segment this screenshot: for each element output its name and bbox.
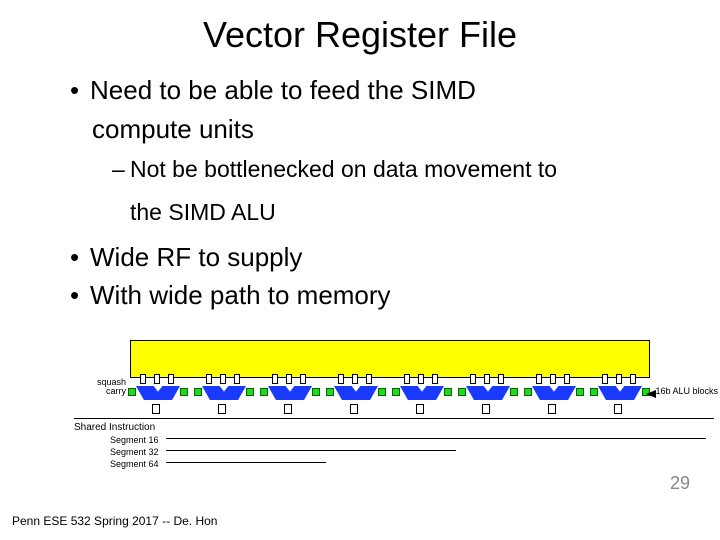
port-icon <box>484 374 490 384</box>
carry-block-icon <box>246 388 254 396</box>
port-icon <box>168 374 174 384</box>
bullet-3: •With wide path to memory <box>70 279 700 312</box>
simd-diagram: squash carry <box>130 330 650 460</box>
port-icon <box>616 374 622 384</box>
port-icon <box>220 374 226 384</box>
output-port-icon <box>284 404 292 414</box>
squash-carry-label: squash carry <box>78 378 126 396</box>
segment-32-bar <box>166 450 456 451</box>
carry-block-icon <box>312 388 320 396</box>
segment-64-bar <box>166 462 326 463</box>
segment-32-label: Segment 32 <box>110 446 159 458</box>
slide-title: Vector Register File <box>20 14 700 56</box>
slide: Vector Register File •Need to be able to… <box>0 0 720 540</box>
port-icon <box>536 374 542 384</box>
alu-unit <box>460 378 518 418</box>
alu-unit <box>196 378 254 418</box>
bullet-1-text-b: compute units <box>92 114 254 144</box>
alu-unit <box>394 378 452 418</box>
carry-block-icon <box>194 388 202 396</box>
port-icon <box>418 374 424 384</box>
carry-block-icon <box>326 388 334 396</box>
bullet-1-line2: compute units <box>70 113 700 146</box>
output-port-icon <box>152 404 160 414</box>
bullet-3-text: With wide path to memory <box>90 280 391 310</box>
segment-64-label: Segment 64 <box>110 458 159 470</box>
sub-bullet-1-line2: the SIMD ALU <box>70 198 700 227</box>
carry-block-icon <box>458 388 466 396</box>
alu-unit <box>328 378 386 418</box>
port-icon <box>564 374 570 384</box>
port-icon <box>234 374 240 384</box>
alu-unit <box>592 378 650 418</box>
alu-row <box>130 378 650 418</box>
bullet-1-text-a: Need to be able to feed the SIMD <box>90 75 476 105</box>
port-icon <box>550 374 556 384</box>
carry-block-icon <box>378 388 386 396</box>
page-number: 29 <box>670 473 690 494</box>
alu-unit <box>130 378 188 418</box>
carry-block-icon <box>260 388 268 396</box>
segment-labels: Segment 16 Segment 32 Segment 64 <box>110 434 159 470</box>
carry-block-icon <box>392 388 400 396</box>
port-icon <box>630 374 636 384</box>
carry-block-icon <box>524 388 532 396</box>
port-icon <box>404 374 410 384</box>
carry-block-icon <box>180 388 188 396</box>
carry-block-icon <box>128 388 136 396</box>
port-icon <box>432 374 438 384</box>
slide-content: •Need to be able to feed the SIMD comput… <box>20 74 700 312</box>
port-icon <box>286 374 292 384</box>
output-port-icon <box>548 404 556 414</box>
port-icon <box>300 374 306 384</box>
port-icon <box>140 374 146 384</box>
segment-16-bar <box>166 438 706 439</box>
bullet-1-line1: •Need to be able to feed the SIMD <box>70 74 700 107</box>
port-icon <box>352 374 358 384</box>
segment-16-label: Segment 16 <box>110 434 159 446</box>
port-icon <box>272 374 278 384</box>
shared-instruction-label: Shared Instruction <box>74 422 155 433</box>
register-file-bar <box>130 340 650 378</box>
divider-line <box>74 418 714 419</box>
carry-block-icon <box>576 388 584 396</box>
port-icon <box>602 374 608 384</box>
carry-block-icon <box>590 388 598 396</box>
alu-unit <box>262 378 320 418</box>
port-icon <box>338 374 344 384</box>
port-icon <box>206 374 212 384</box>
sub-bullet-1-text-b: the SIMD ALU <box>130 199 276 225</box>
sub-bullet-1-text-a: Not be bottlenecked on data movement to <box>130 156 557 182</box>
alu-unit <box>526 378 584 418</box>
bullet-2-text: Wide RF to supply <box>90 242 302 272</box>
alu-blocks-label: 16b ALU blocks <box>655 386 718 396</box>
sub-bullet-1-line1: –Not be bottlenecked on data movement to <box>70 155 700 184</box>
bullet-2: •Wide RF to supply <box>70 241 700 274</box>
carry-block-icon <box>510 388 518 396</box>
port-icon <box>470 374 476 384</box>
footer-text: Penn ESE 532 Spring 2017 -- De. Hon <box>12 514 217 528</box>
output-port-icon <box>350 404 358 414</box>
output-port-icon <box>482 404 490 414</box>
port-icon <box>366 374 372 384</box>
port-icon <box>498 374 504 384</box>
port-icon <box>154 374 160 384</box>
carry-block-icon <box>444 388 452 396</box>
output-port-icon <box>416 404 424 414</box>
output-port-icon <box>218 404 226 414</box>
output-port-icon <box>614 404 622 414</box>
